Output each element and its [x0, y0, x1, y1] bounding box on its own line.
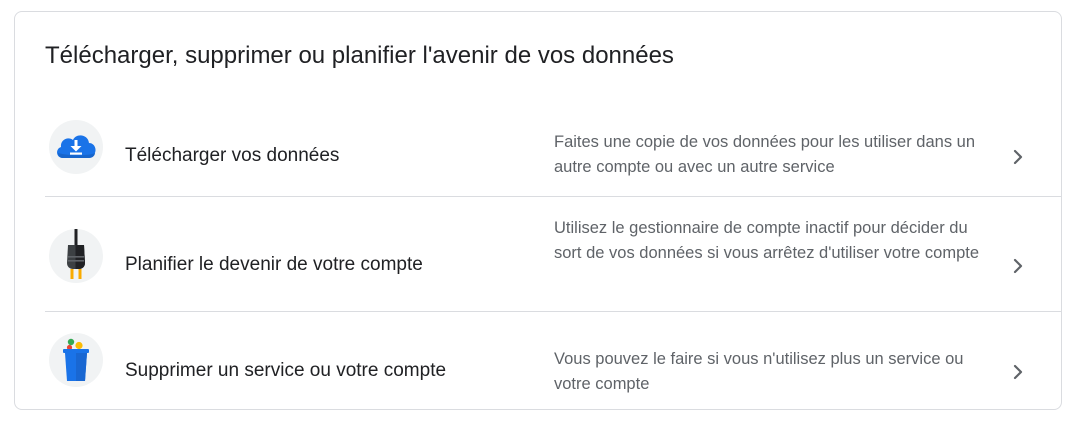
- row-title: Planifier le devenir de votre compte: [125, 254, 423, 275]
- row-description: Utilisez le gestionnaire de compte inact…: [554, 219, 980, 262]
- delete-service-row[interactable]: Supprimer un service ou votre compte Vou…: [45, 312, 1061, 410]
- chevron-right-icon: [1013, 364, 1023, 380]
- row-title: Télécharger vos données: [125, 145, 340, 166]
- chevron-right-icon: [1013, 258, 1023, 274]
- cloud-download-icon: [49, 120, 103, 174]
- plan-account-row[interactable]: Planifier le devenir de votre compte Uti…: [45, 197, 1061, 312]
- row-description: Faites une copie de vos données pour les…: [554, 133, 976, 176]
- row-description: Vous pouvez le faire si vous n'utilisez …: [554, 350, 964, 393]
- row-title: Supprimer un service ou votre compte: [125, 360, 447, 381]
- power-plug-icon: [49, 229, 103, 283]
- section-title: Télécharger, supprimer ou planifier l'av…: [45, 42, 674, 69]
- data-management-card: Télécharger, supprimer ou planifier l'av…: [14, 11, 1062, 410]
- chevron-right-icon: [1013, 149, 1023, 165]
- download-data-row[interactable]: Télécharger vos données Faites une copie…: [45, 106, 1061, 197]
- trash-bin-icon: [49, 333, 103, 387]
